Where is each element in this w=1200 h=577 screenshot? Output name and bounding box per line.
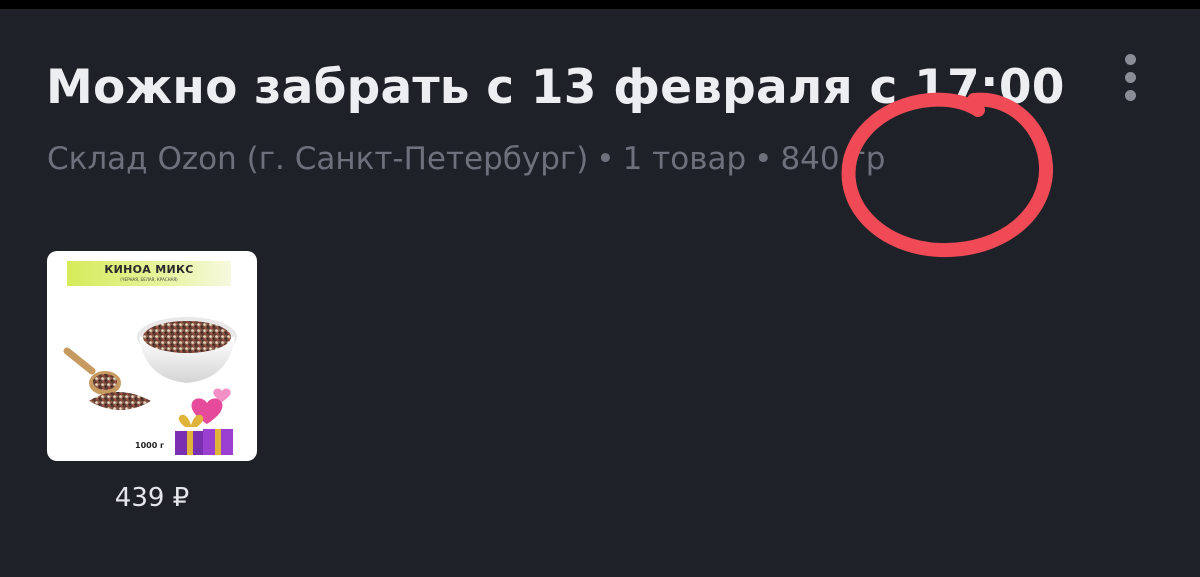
product-variants: (ЧЕРНАЯ, БЕЛАЯ, КРАСНАЯ) (120, 277, 178, 282)
more-vertical-icon (1124, 71, 1136, 83)
more-options-button[interactable] (1110, 46, 1150, 108)
item-count: 1 товар (622, 141, 747, 177)
separator-dot: • (754, 141, 773, 177)
product-name: КИНОА МИКС (104, 263, 194, 276)
pack-weight-label: 1000 г (135, 441, 165, 450)
warehouse-name: Склад Ozon (г. Санкт-Петербург) (47, 141, 589, 177)
product-label-banner: КИНОА МИКС (ЧЕРНАЯ, БЕЛАЯ, КРАСНАЯ) (67, 261, 231, 286)
product-price: 439 ₽ (114, 483, 190, 513)
more-vertical-icon (1124, 53, 1136, 65)
pickup-date-title: Можно забрать с 13 февраля с 17:00 (46, 60, 1065, 115)
shipment-details: Склад Ozon (г. Санкт-Петербург) • 1 товар •… (47, 137, 885, 181)
status-bar (0, 0, 1200, 9)
shipment-weight: 840 гр (780, 141, 886, 177)
more-vertical-icon (1124, 89, 1136, 101)
separator-dot: • (596, 141, 615, 177)
product-thumbnail[interactable]: КИНОА МИКС (ЧЕРНАЯ, БЕЛАЯ, КРАСНАЯ) 1000… (47, 251, 257, 461)
